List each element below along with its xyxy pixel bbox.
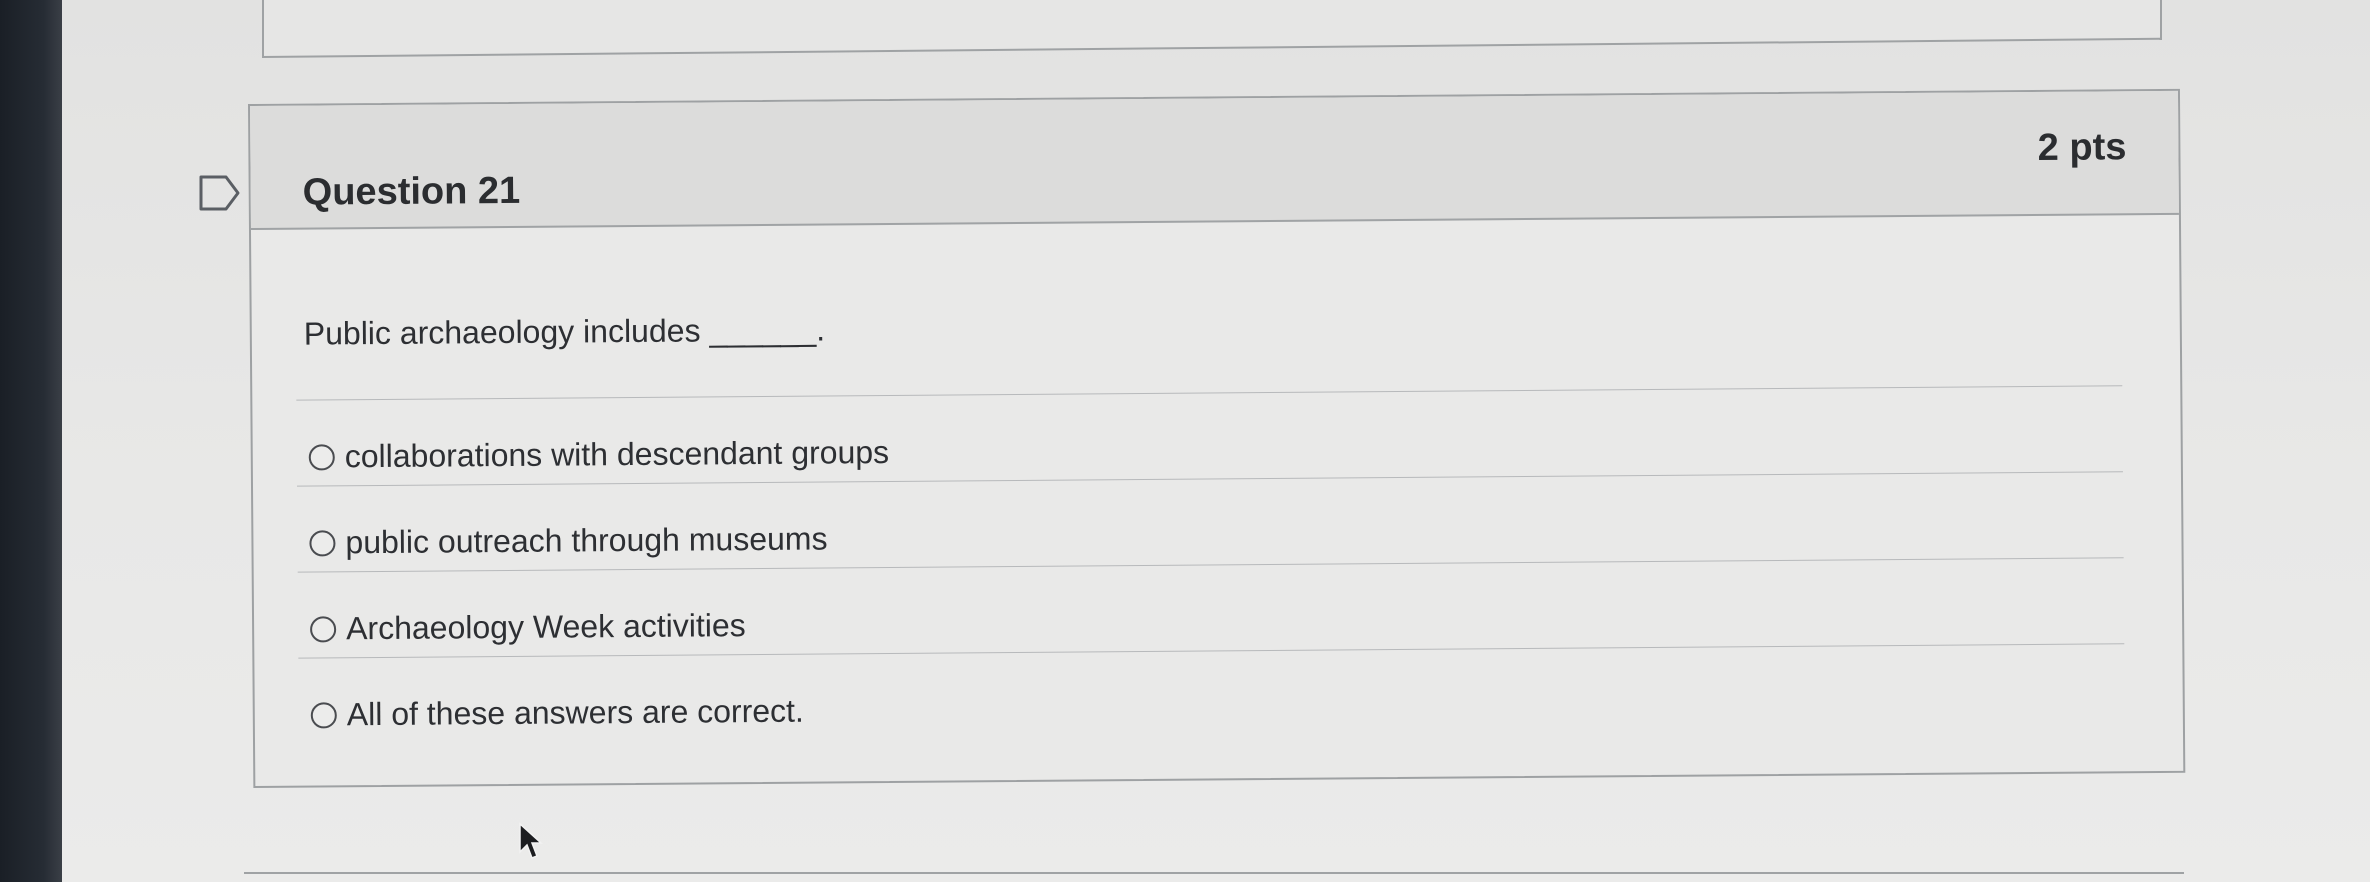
question-points: 2 pts — [2037, 126, 2127, 169]
answer-option[interactable]: All of these answers are correct. — [298, 643, 2125, 744]
radio-button-icon[interactable] — [309, 530, 336, 557]
answer-label[interactable]: Archaeology Week activities — [346, 607, 746, 647]
answer-list: collaborations with descendant groups pu… — [296, 385, 2125, 744]
question-text: Public archaeology includes ______. — [303, 311, 826, 352]
radio-button-icon[interactable] — [310, 702, 337, 729]
next-question-card — [244, 872, 2184, 882]
radio-button-icon[interactable] — [308, 444, 335, 471]
screen-bezel — [0, 0, 62, 882]
question-header: Question 21 2 pts — [250, 90, 2179, 230]
answer-label[interactable]: public outreach through museums — [345, 520, 827, 561]
radio-button-icon[interactable] — [310, 616, 337, 643]
answer-label[interactable]: All of these answers are correct. — [347, 693, 804, 734]
question-body: Public archaeology includes ______. coll… — [251, 215, 2183, 786]
flag-icon[interactable] — [198, 173, 244, 213]
answer-option[interactable]: Archaeology Week activities — [297, 557, 2125, 658]
question-title: Question 21 — [302, 169, 521, 214]
mouse-pointer-icon — [519, 822, 543, 859]
answer-label[interactable]: collaborations with descendant groups — [345, 434, 890, 475]
answer-option[interactable]: collaborations with descendant groups — [296, 385, 2123, 486]
question-card: Question 21 2 pts Public archaeology inc… — [248, 88, 2186, 788]
answer-option[interactable]: public outreach through museums — [296, 471, 2124, 572]
